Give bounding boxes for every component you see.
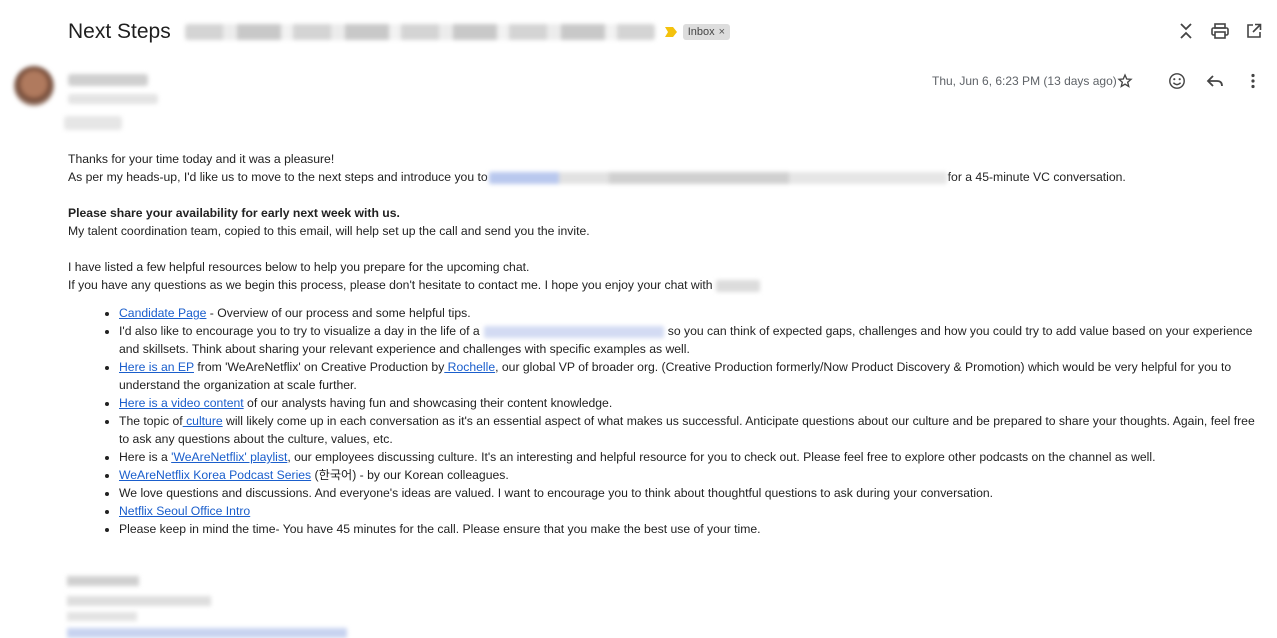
list-item-text: (한국어) - by our Korean colleagues. bbox=[311, 468, 509, 482]
list-item: I'd also like to encourage you to try to… bbox=[119, 322, 1263, 358]
body-greeting: Thanks for your time today and it was a … bbox=[68, 152, 335, 166]
list-item: Here is an EP from 'WeAreNetflix' on Cre… bbox=[119, 358, 1263, 394]
list-item: Here is a 'WeAreNetflix' playlist, our e… bbox=[119, 448, 1263, 466]
list-item-text: from 'WeAreNetflix' on Creative Producti… bbox=[193, 360, 445, 374]
redacted-sender-name bbox=[68, 74, 148, 86]
body-resources-intro: I have listed a few helpful resources be… bbox=[68, 260, 530, 274]
video-content-link[interactable]: Here is a video content bbox=[119, 396, 244, 410]
list-item: Here is a video content of our analysts … bbox=[119, 394, 1263, 412]
email-body: Thanks for your time today and it was a … bbox=[68, 150, 1263, 538]
redacted-recipient bbox=[64, 116, 122, 130]
list-item-text: I'd also like to encourage you to try to… bbox=[119, 324, 480, 338]
list-item-text: - Overview of our process and some helpf… bbox=[206, 306, 471, 320]
candidate-page-link[interactable]: Candidate Page bbox=[119, 306, 206, 320]
list-item: Netflix Seoul Office Intro bbox=[119, 502, 1263, 520]
list-item: Please keep in mind the time- You have 4… bbox=[119, 520, 1263, 538]
inbox-label-text: Inbox bbox=[687, 26, 715, 38]
body-intro-start: As per my heads-up, I'd like us to move … bbox=[68, 170, 488, 184]
redacted-signature-name bbox=[67, 576, 139, 586]
message-actions bbox=[1114, 70, 1264, 92]
important-marker-icon[interactable] bbox=[664, 27, 677, 37]
inbox-label[interactable]: Inbox × bbox=[682, 24, 731, 40]
list-item-text: Please keep in mind the time- You have 4… bbox=[119, 522, 761, 536]
sender-avatar[interactable] bbox=[14, 66, 54, 106]
email-subject: Next Steps bbox=[68, 20, 171, 43]
list-item-text: The topic of bbox=[119, 414, 183, 428]
reply-icon[interactable] bbox=[1204, 70, 1226, 92]
redacted-signature-title bbox=[67, 596, 211, 606]
resources-list: Candidate Page - Overview of our process… bbox=[119, 304, 1263, 538]
seoul-office-link[interactable]: Netflix Seoul Office Intro bbox=[119, 504, 250, 518]
episode-link[interactable]: Here is an EP bbox=[119, 360, 194, 374]
emoji-icon[interactable] bbox=[1166, 70, 1188, 92]
open-new-window-icon[interactable] bbox=[1243, 20, 1265, 42]
list-item: WeAreNetflix Korea Podcast Series (한국어) … bbox=[119, 466, 1263, 484]
list-item: The topic of culture will likely come up… bbox=[119, 412, 1263, 448]
redacted-interviewers bbox=[488, 171, 947, 184]
thread-actions bbox=[1175, 20, 1265, 42]
availability-request: Please share your availability for early… bbox=[68, 206, 400, 220]
rochelle-link[interactable]: Rochelle bbox=[444, 360, 495, 374]
korea-podcast-link[interactable]: WeAreNetflix Korea Podcast Series bbox=[119, 468, 311, 482]
collapse-icon[interactable] bbox=[1175, 20, 1197, 42]
list-item: We love questions and discussions. And e… bbox=[119, 484, 1263, 502]
star-icon[interactable] bbox=[1114, 70, 1136, 92]
list-item-text: , our employees discussing culture. It's… bbox=[287, 450, 1156, 464]
subject-row: Next Steps Inbox × bbox=[68, 18, 731, 46]
body-questions: If you have any questions as we begin th… bbox=[68, 276, 1263, 294]
redacted-signature-org bbox=[67, 612, 137, 621]
email-date: Thu, Jun 6, 6:23 PM (13 days ago) bbox=[932, 74, 1117, 88]
more-vert-icon[interactable] bbox=[1242, 70, 1264, 92]
playlist-link[interactable]: 'WeAreNetflix' playlist bbox=[171, 450, 287, 464]
list-item-text: Here is a bbox=[119, 450, 172, 464]
body-coordination: My talent coordination team, copied to t… bbox=[68, 224, 590, 238]
body-intro: As per my heads-up, I'd like us to move … bbox=[68, 168, 1263, 186]
redacted-role bbox=[483, 325, 664, 338]
list-item-text: will likely come up in each conversation… bbox=[119, 414, 1255, 446]
remove-label-button[interactable]: × bbox=[719, 26, 725, 38]
redacted-sender-email bbox=[68, 94, 158, 104]
redacted-subject-text bbox=[184, 24, 655, 40]
culture-link[interactable]: culture bbox=[183, 414, 223, 428]
body-intro-end: for a 45-minute VC conversation. bbox=[947, 170, 1126, 184]
body-questions-text: If you have any questions as we begin th… bbox=[68, 278, 713, 292]
list-item-text: We love questions and discussions. And e… bbox=[119, 486, 994, 500]
print-icon[interactable] bbox=[1209, 20, 1231, 42]
redacted-signature-link bbox=[67, 628, 347, 638]
redacted-name bbox=[715, 279, 760, 292]
list-item-text: of our analysts having fun and showcasin… bbox=[243, 396, 613, 410]
list-item: Candidate Page - Overview of our process… bbox=[119, 304, 1263, 322]
